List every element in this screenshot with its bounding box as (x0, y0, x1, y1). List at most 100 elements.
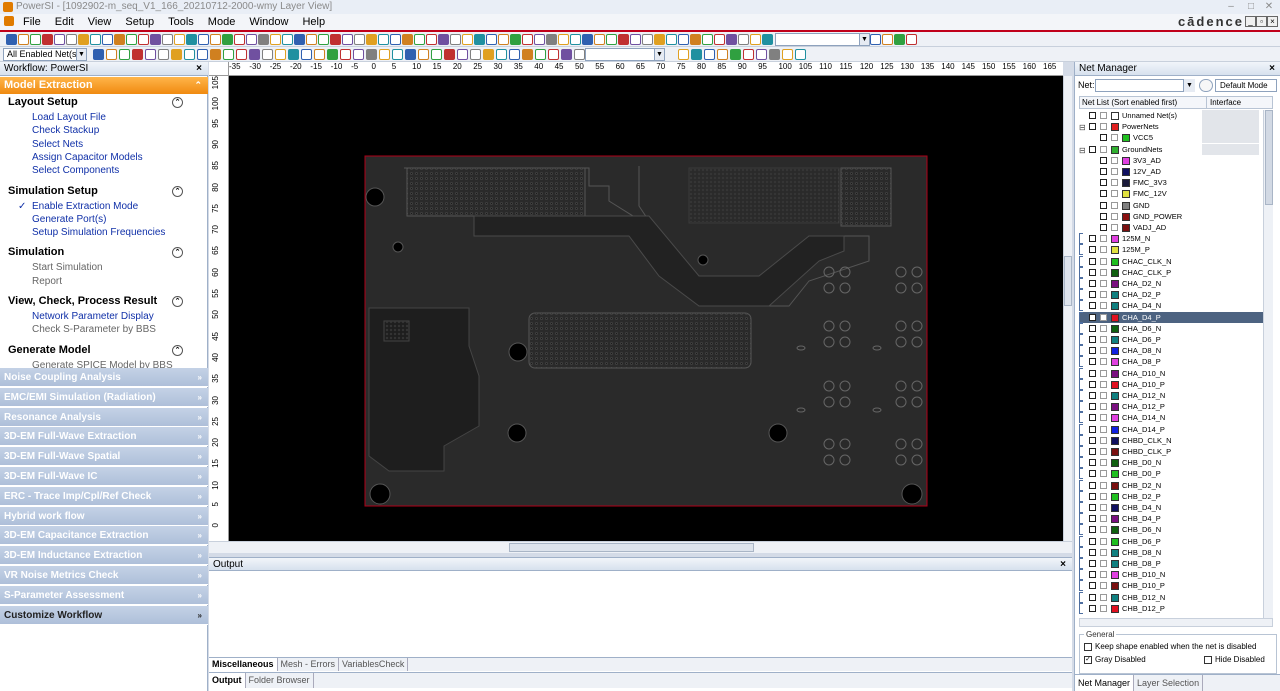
menu-view[interactable]: View (81, 14, 119, 30)
toolbar-tool-icon[interactable] (222, 34, 233, 45)
workflow-section-title[interactable]: Simulation (8, 246, 64, 258)
toolbar-tool-icon[interactable] (535, 49, 546, 60)
search-icon[interactable] (1199, 79, 1213, 92)
expand-icon[interactable]: » (198, 606, 202, 625)
net-select-checkbox[interactable] (1100, 470, 1107, 478)
toolbar-tool-icon[interactable] (678, 49, 689, 60)
expand-icon[interactable]: » (198, 408, 202, 427)
net-row[interactable]: 125M_P (1079, 244, 1263, 256)
net-color-swatch[interactable] (1111, 123, 1119, 132)
toolbar-tool-icon[interactable] (150, 34, 161, 45)
column-interface[interactable]: Interface (1206, 97, 1241, 108)
net-select-checkbox[interactable] (1100, 526, 1107, 534)
net-select-checkbox[interactable] (1100, 280, 1107, 287)
collapse-section-icon[interactable]: ⌃ (172, 185, 183, 197)
keep-shape-checkbox[interactable] (1084, 643, 1092, 651)
workflow-section-title[interactable]: Layout Setup (8, 96, 78, 108)
output-tab[interactable]: VariablesCheck (339, 658, 409, 671)
expand-icon[interactable]: » (198, 487, 202, 506)
toolbar-tool-icon[interactable] (353, 49, 364, 60)
close-icon[interactable]: × (1269, 62, 1275, 76)
output-tab[interactable]: Folder Browser (246, 673, 314, 688)
toolbar-tool-icon[interactable] (42, 34, 53, 45)
toolbar-tool-icon[interactable] (340, 49, 351, 60)
interface-cell[interactable] (1202, 143, 1259, 155)
workflow-group[interactable]: EMC/EMI Simulation (Radiation) » (0, 387, 208, 407)
net-row[interactable]: CHA_D4_N (1079, 300, 1263, 312)
net-enable-checkbox[interactable] (1089, 302, 1096, 310)
net-row[interactable]: CHAC_CLK_P (1079, 266, 1263, 278)
net-row[interactable]: CHA_D8_N (1079, 345, 1263, 357)
toolbar-tool-icon[interactable] (894, 34, 905, 45)
net-select-checkbox[interactable] (1100, 291, 1107, 299)
toolbar-tool-icon[interactable] (171, 49, 182, 60)
net-color-swatch[interactable] (1111, 380, 1119, 389)
net-row[interactable]: CHB_D8_P (1079, 558, 1263, 569)
toolbar-tool-icon[interactable] (379, 49, 390, 60)
toolbar-tool-icon[interactable] (483, 49, 494, 60)
workflow-group[interactable]: VR Noise Metrics Check » (0, 566, 208, 585)
net-color-swatch[interactable] (1111, 582, 1119, 591)
net-row[interactable]: CHA_D10_N (1079, 367, 1263, 379)
workflow-section-title[interactable]: Generate Model (8, 344, 91, 356)
toolbar-tool-icon[interactable] (630, 34, 641, 45)
scroll-thumb[interactable] (509, 543, 754, 552)
net-select-checkbox[interactable] (1100, 380, 1107, 388)
toolbar-tool-icon[interactable] (762, 34, 773, 45)
net-enable-checkbox[interactable] (1089, 492, 1096, 500)
toolbar-tool-icon[interactable] (470, 49, 481, 60)
net-color-swatch[interactable] (1122, 212, 1130, 221)
toolbar-tool-icon[interactable] (594, 34, 605, 45)
menu-file[interactable]: File (16, 14, 48, 30)
net-color-swatch[interactable] (1111, 537, 1119, 546)
expand-icon[interactable]: » (198, 447, 202, 466)
net-row[interactable]: GND_POWER (1079, 211, 1263, 222)
toolbar-tool-icon[interactable] (138, 34, 149, 45)
net-color-swatch[interactable] (1111, 560, 1119, 568)
toolbar-tool-icon[interactable] (78, 34, 89, 45)
net-select-checkbox[interactable] (1100, 302, 1107, 310)
toolbar-tool-icon[interactable] (132, 49, 143, 60)
output-tab[interactable]: Output (209, 673, 246, 688)
toolbar-tool-icon[interactable] (294, 34, 305, 45)
net-row[interactable]: ⊟ GroundNets (1079, 143, 1263, 155)
net-row[interactable]: CHB_D8_N (1079, 546, 1263, 558)
net-row[interactable]: CHA_D6_P (1079, 334, 1263, 345)
toolbar-tool-icon[interactable] (498, 34, 509, 45)
menu-setup[interactable]: Setup (118, 14, 161, 30)
maximize-button[interactable]: □ (1242, 0, 1260, 14)
expand-icon[interactable]: » (198, 507, 202, 526)
toolbar-tool-icon[interactable] (870, 34, 881, 45)
net-filter-select[interactable]: All Enabled Net(s) ▼ (3, 48, 87, 61)
toolbar-tool-icon[interactable] (606, 34, 617, 45)
toolbar-tool-icon[interactable] (246, 34, 257, 45)
net-color-swatch[interactable] (1111, 358, 1119, 367)
toolbar-tool-icon[interactable] (691, 49, 702, 60)
close-icon[interactable]: × (1060, 558, 1066, 571)
toolbar-tool-icon[interactable] (534, 34, 545, 45)
net-color-swatch[interactable] (1122, 190, 1130, 199)
net-row[interactable]: CHBD_CLK_P (1079, 446, 1263, 457)
net-enable-checkbox[interactable] (1100, 201, 1107, 209)
menu-window[interactable]: Window (242, 14, 295, 30)
workflow-group[interactable]: 3D-EM Inductance Extraction » (0, 546, 208, 566)
toolbar-tool-icon[interactable] (522, 34, 533, 45)
toolbar-tool-icon[interactable] (162, 34, 173, 45)
toolbar-tool-icon[interactable] (743, 49, 754, 60)
net-color-swatch[interactable] (1111, 515, 1119, 524)
net-enable-checkbox[interactable] (1089, 112, 1096, 119)
toolbar-tool-icon[interactable] (210, 49, 221, 60)
net-row[interactable]: CHA_D12_P (1079, 401, 1263, 413)
net-select-checkbox[interactable] (1111, 179, 1118, 187)
toolbar-tool-icon[interactable] (570, 34, 581, 45)
canvas-vertical-scrollbar[interactable] (1063, 76, 1072, 541)
expand-icon[interactable]: » (198, 586, 202, 605)
net-row[interactable]: CHB_D6_P (1079, 535, 1263, 547)
net-enable-checkbox[interactable] (1089, 268, 1096, 276)
toolbar-tool-icon[interactable] (756, 49, 767, 60)
net-row[interactable]: Unnamed Net(s) (1079, 110, 1263, 121)
net-search-input[interactable] (1095, 79, 1195, 92)
net-color-swatch[interactable] (1111, 448, 1119, 456)
workflow-group[interactable]: S-Parameter Assessment » (0, 585, 208, 605)
net-color-swatch[interactable] (1111, 593, 1119, 602)
